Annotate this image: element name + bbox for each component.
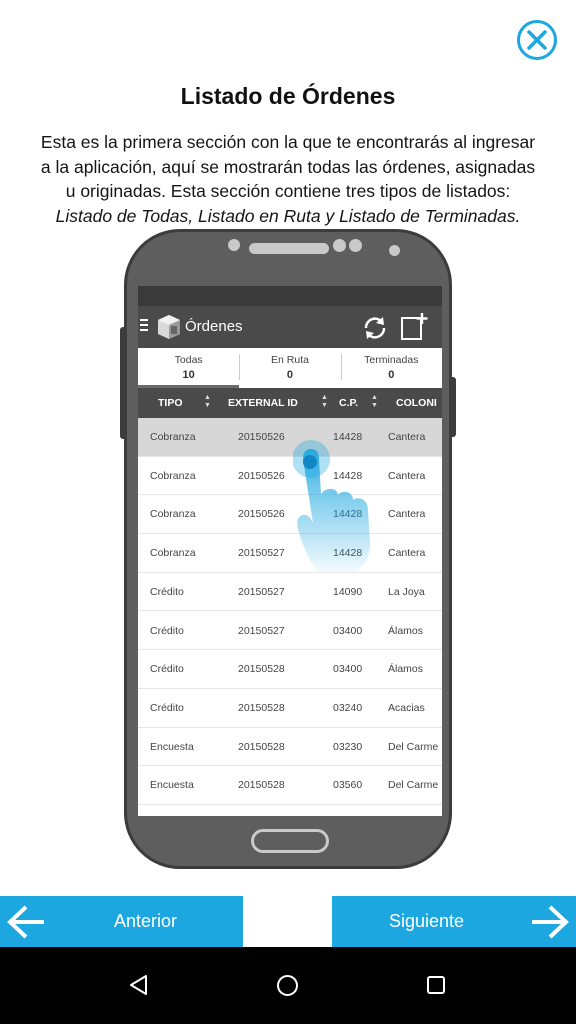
sort-icon: ▲ ▼ — [371, 394, 378, 409]
tutorial-page: Listado de Órdenes Esta es la primera se… — [0, 0, 576, 1024]
system-home-icon[interactable] — [277, 975, 298, 996]
cell-external-id: 20150528 — [238, 663, 285, 676]
description-line: Listado de Todas, Listado en Ruta y List… — [55, 205, 521, 226]
cell-external-id: 20150528 — [238, 740, 285, 753]
column-header-tipo[interactable]: TIPO — [158, 397, 183, 409]
cell-tipo: Cobranza — [150, 469, 196, 482]
cell-external-id: 20150527 — [238, 547, 285, 560]
order-tabs: Todas 10 En Ruta 0 Terminadas 0 — [138, 348, 442, 388]
cell-tipo: Crédito — [150, 585, 184, 598]
table-row[interactable]: Crédito 20150527 03400 Álamos — [138, 612, 442, 651]
arrow-left-icon — [7, 905, 44, 939]
cell-external-id: 20150526 — [238, 508, 285, 521]
phone-sensor — [389, 245, 400, 256]
description-line: u originadas. Esta sección contiene tres… — [65, 181, 511, 201]
table-row[interactable]: Crédito 20150528 03240 Acacias — [138, 689, 442, 728]
phone-status-bar — [138, 286, 442, 306]
description-line: a la aplicación, aquí se mostrarán todas… — [40, 156, 536, 177]
close-button[interactable] — [517, 20, 557, 60]
tab-count: 0 — [388, 369, 395, 381]
cell-external-id: 20150527 — [238, 585, 285, 598]
cell-external-id: 20150528 — [238, 701, 285, 714]
phone-side-button — [450, 377, 456, 437]
cell-colonia: Álamos — [388, 624, 424, 637]
phone-camera — [349, 239, 362, 252]
tab-label: En Ruta — [271, 354, 309, 366]
next-button[interactable]: Siguiente — [332, 896, 576, 947]
table-row[interactable]: Crédito 20150528 03400 Álamos — [138, 650, 442, 689]
cell-tipo: Cobranza — [150, 508, 196, 521]
cell-external-id: 20150526 — [238, 431, 285, 443]
new-order-icon — [401, 313, 428, 340]
phone-side-button — [120, 327, 126, 439]
cell-colonia: Acacias — [388, 701, 425, 714]
tab-label: Terminadas — [364, 354, 419, 366]
column-header-external-id[interactable]: EXTERNAL ID — [228, 397, 298, 409]
cell-tipo: Crédito — [150, 663, 184, 676]
close-icon — [527, 30, 547, 50]
cell-cp: 03400 — [333, 663, 363, 676]
cell-cp: 14090 — [333, 585, 363, 598]
refresh-icon — [364, 317, 386, 339]
app-logo-icon — [158, 315, 180, 339]
cell-external-id: 20150526 — [238, 469, 285, 482]
menu-icon — [140, 319, 148, 334]
page-description: Esta es la primera sección con la que te… — [12, 130, 564, 228]
cell-tipo: Encuesta — [150, 779, 194, 792]
cell-tipo: Encuesta — [150, 740, 194, 753]
page-title: Listado de Órdenes — [180, 83, 396, 109]
phone-speaker — [249, 243, 329, 254]
column-header-cp[interactable]: C.P. — [339, 397, 358, 409]
tap-hand-icon — [293, 440, 371, 572]
cell-tipo: Crédito — [150, 701, 184, 714]
arrow-right-icon — [532, 905, 569, 939]
phone-app-bar: Órdenes — [138, 306, 442, 348]
sort-icon: ▲ ▼ — [204, 394, 211, 409]
app-title: Órdenes — [185, 318, 243, 335]
phone-illustration: Órdenes Todas 10 En Ruta 0 Terminadas 0 … — [120, 229, 456, 869]
cell-tipo: Cobranza — [150, 547, 196, 560]
sort-icon: ▲ ▼ — [321, 394, 328, 409]
table-row[interactable]: Encuesta 20150528 03560 Del Carme — [138, 766, 442, 805]
tab-count: 10 — [182, 369, 195, 381]
cell-tipo: Cobranza — [150, 431, 196, 443]
tab-todas[interactable]: Todas 10 — [138, 348, 240, 388]
table-header: TIPO ▲ ▼ EXTERNAL ID ▲ ▼ C.P. ▲ ▼ COLONI — [138, 388, 442, 418]
cell-cp: 03230 — [333, 740, 363, 753]
phone-home-key — [251, 829, 329, 853]
table-row[interactable]: Crédito 20150527 14090 La Joya — [138, 573, 442, 612]
description-line: Esta es la primera sección con la que te… — [40, 132, 536, 152]
tab-terminadas[interactable]: Terminadas 0 — [340, 348, 442, 388]
tab-en-ruta[interactable]: En Ruta 0 — [239, 348, 340, 388]
tab-count: 0 — [286, 369, 294, 381]
cell-cp: 03400 — [333, 624, 363, 637]
next-button-label: Siguiente — [389, 911, 465, 931]
table-row[interactable]: Encuesta 20150528 03230 Del Carme — [138, 728, 442, 767]
tab-label: Todas — [174, 354, 203, 366]
cell-cp: 03240 — [333, 701, 363, 714]
previous-button[interactable]: Anterior — [0, 896, 243, 947]
previous-button-label: Anterior — [114, 911, 178, 931]
cell-external-id: 20150527 — [238, 624, 285, 637]
column-header-colonia[interactable]: COLONI — [396, 397, 437, 409]
cell-external-id: 20150528 — [238, 779, 285, 792]
system-navigation-bar — [0, 947, 576, 1024]
cell-colonia: Del Carme — [388, 740, 439, 753]
cell-cp: 03560 — [333, 779, 363, 792]
phone-camera — [333, 239, 346, 252]
phone-screen: Órdenes Todas 10 En Ruta 0 Terminadas 0 … — [138, 286, 442, 816]
cell-colonia: La Joya — [388, 585, 425, 598]
cell-tipo: Crédito — [150, 624, 184, 637]
cell-colonia: Álamos — [388, 663, 424, 676]
system-recents-icon[interactable] — [427, 976, 445, 994]
system-back-icon[interactable] — [128, 974, 150, 996]
phone-sensor — [228, 239, 240, 251]
cell-colonia: Del Carme — [388, 779, 439, 792]
